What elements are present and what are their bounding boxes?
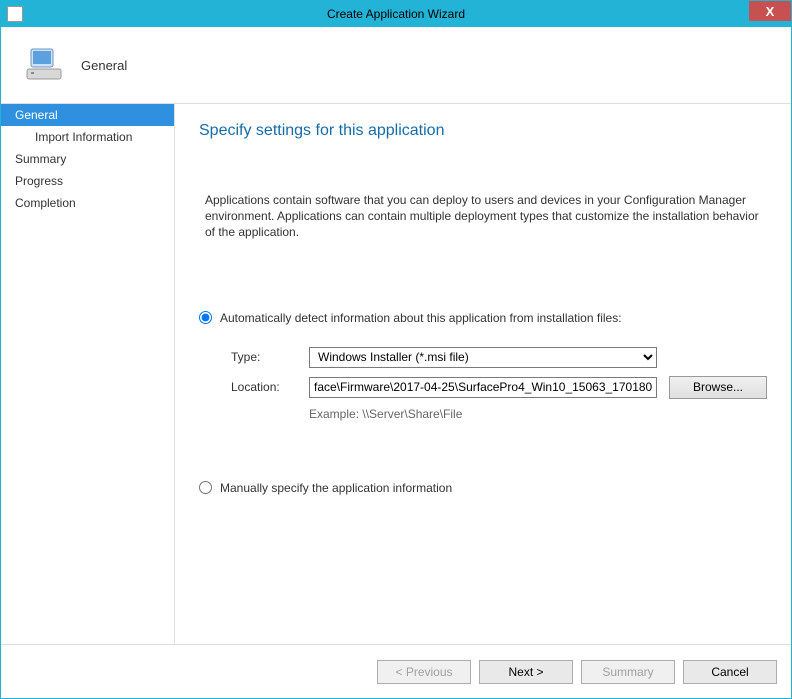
type-label: Type: — [231, 350, 309, 364]
body: General Import Information Summary Progr… — [1, 103, 791, 646]
manual-row: Manually specify the application informa… — [199, 481, 767, 495]
cancel-button[interactable]: Cancel — [683, 660, 777, 684]
next-button[interactable]: Next > — [479, 660, 573, 684]
auto-detect-label[interactable]: Automatically detect information about t… — [220, 311, 622, 325]
browse-button[interactable]: Browse... — [669, 376, 767, 399]
sidebar-item-label: Import Information — [35, 130, 132, 144]
manual-label[interactable]: Manually specify the application informa… — [220, 481, 452, 495]
wizard-window: Create Application Wizard X General Gene… — [0, 0, 792, 699]
sidebar-item-label: Progress — [15, 174, 63, 188]
example-text: Example: \\Server\Share\File — [309, 407, 767, 421]
main-panel: Specify settings for this application Ap… — [175, 103, 791, 646]
install-file-form: Type: Windows Installer (*.msi file) Loc… — [231, 347, 767, 421]
page-title: Specify settings for this application — [199, 122, 767, 140]
sidebar-item-completion[interactable]: Completion — [1, 192, 174, 214]
sidebar: General Import Information Summary Progr… — [1, 103, 175, 646]
computer-icon — [23, 43, 67, 87]
previous-button: < Previous — [377, 660, 471, 684]
sidebar-item-label: General — [15, 108, 58, 122]
window-title: Create Application Wizard — [327, 7, 465, 21]
location-input[interactable] — [309, 377, 657, 398]
sidebar-item-import-information[interactable]: Import Information — [1, 126, 174, 148]
summary-button: Summary — [581, 660, 675, 684]
close-button[interactable]: X — [749, 1, 791, 21]
page-description: Applications contain software that you c… — [199, 192, 767, 241]
type-row: Type: Windows Installer (*.msi file) — [231, 347, 767, 368]
location-row: Location: Browse... — [231, 376, 767, 399]
app-icon — [7, 6, 23, 22]
footer: < Previous Next > Summary Cancel — [1, 644, 791, 698]
sidebar-item-summary[interactable]: Summary — [1, 148, 174, 170]
sidebar-item-label: Summary — [15, 152, 66, 166]
type-select[interactable]: Windows Installer (*.msi file) — [309, 347, 657, 368]
titlebar: Create Application Wizard X — [1, 1, 791, 27]
auto-detect-row: Automatically detect information about t… — [199, 311, 767, 325]
header-label: General — [81, 58, 127, 73]
sidebar-item-label: Completion — [15, 196, 76, 210]
header: General — [1, 27, 791, 103]
location-label: Location: — [231, 380, 309, 394]
manual-radio[interactable] — [199, 481, 212, 494]
auto-detect-radio[interactable] — [199, 311, 212, 324]
sidebar-item-general[interactable]: General — [1, 104, 174, 126]
sidebar-item-progress[interactable]: Progress — [1, 170, 174, 192]
